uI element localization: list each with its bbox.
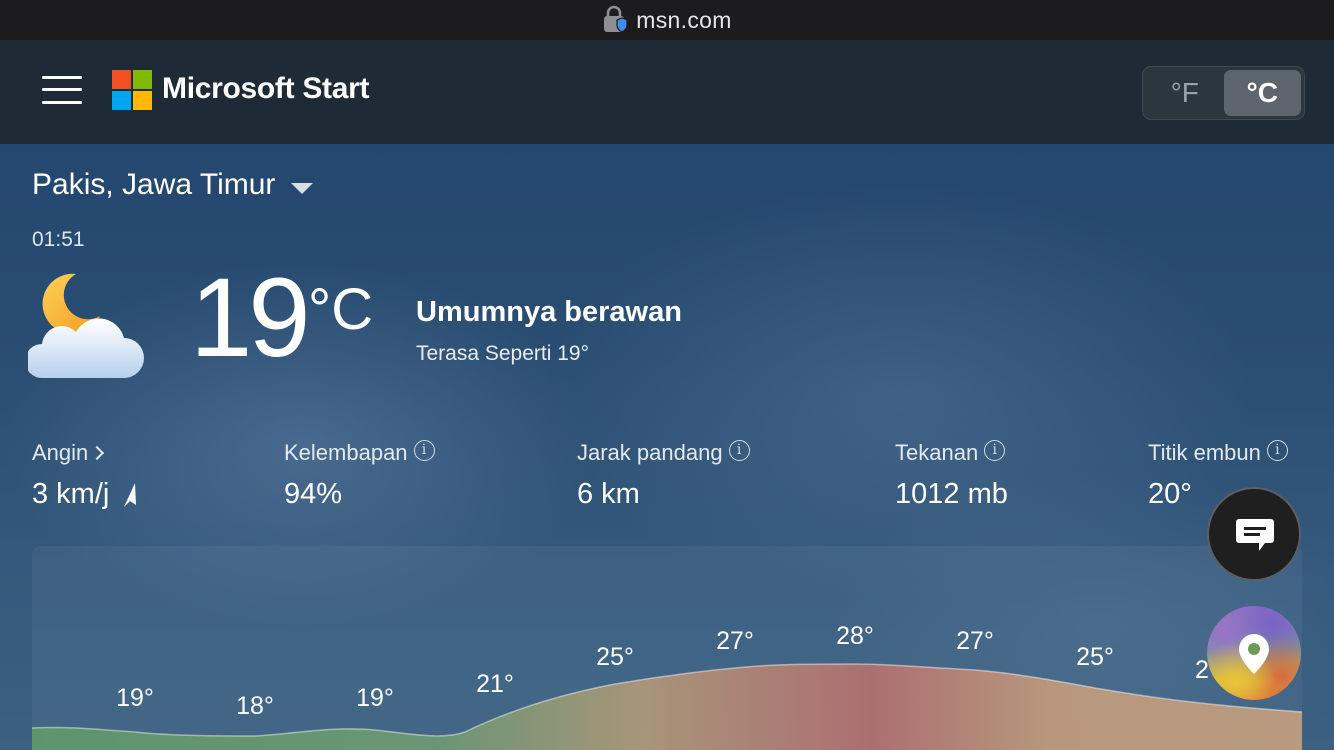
stat-wind[interactable]: Angin 3 km/j: [32, 440, 141, 511]
browser-url-bar[interactable]: msn.com: [0, 0, 1334, 40]
hourly-temp-label: 25°: [1076, 643, 1114, 671]
stat-label: Kelembapan: [284, 440, 408, 465]
partly-cloudy-night-icon: [25, 270, 148, 382]
hourly-temp-label: 18°: [236, 692, 274, 720]
url-text: msn.com: [636, 6, 732, 33]
observation-time: 01:51: [32, 228, 85, 251]
stat-humidity: Kelembapan i 94%: [284, 439, 435, 511]
weather-condition: Umumnya berawan: [416, 296, 682, 328]
menu-icon[interactable]: [42, 74, 82, 106]
hourly-temperature-chart[interactable]: 19° 18° 19° 21° 25° 27° 28° 27° 25° 2: [32, 546, 1302, 750]
stat-value: 3 km/j: [32, 478, 110, 510]
unit-toggle[interactable]: °F °C: [1142, 66, 1305, 120]
weather-map-button[interactable]: [1207, 606, 1301, 700]
stat-visibility: Jarak pandang i 6 km: [577, 439, 750, 511]
location-name: Pakis, Jawa Timur: [32, 168, 276, 201]
microsoft-logo-icon[interactable]: [112, 70, 152, 110]
hourly-temp-label: 19°: [356, 684, 394, 712]
brand-name[interactable]: Microsoft Start: [162, 72, 369, 106]
hourly-temp-label: 28°: [836, 622, 874, 650]
location-selector[interactable]: Pakis, Jawa Timur: [32, 168, 314, 202]
chat-icon: [1236, 519, 1274, 551]
info-icon[interactable]: i: [1266, 439, 1288, 461]
stat-value: 6 km: [577, 478, 640, 510]
info-icon[interactable]: i: [413, 439, 435, 461]
feedback-button[interactable]: [1207, 487, 1301, 581]
info-icon[interactable]: i: [728, 439, 750, 461]
lock-shield-icon: [602, 5, 628, 35]
hourly-temp-label: 19°: [116, 684, 154, 712]
stat-value: 94%: [284, 478, 343, 510]
chevron-down-icon: [291, 182, 314, 194]
stat-label: Tekanan: [895, 440, 979, 465]
wind-direction-icon: [124, 482, 137, 507]
hourly-temp-label: 25°: [596, 643, 634, 671]
app-header: Microsoft Start °F °C: [0, 40, 1334, 144]
current-temperature: 19: [190, 255, 311, 380]
celsius-button[interactable]: °C: [1223, 70, 1301, 116]
feels-like: Terasa Seperti 19°: [416, 342, 589, 365]
temperature-unit: °C: [308, 277, 374, 342]
chevron-right-icon: [90, 445, 105, 461]
stat-label: Titik embun: [1148, 440, 1261, 465]
stat-label: Jarak pandang: [577, 440, 723, 465]
fahrenheit-button[interactable]: °F: [1146, 70, 1224, 116]
map-pin-icon: [1239, 634, 1269, 674]
hourly-temp-label: 27°: [956, 627, 994, 655]
stat-label: Angin: [32, 440, 89, 465]
hourly-temp-label: 21°: [476, 670, 514, 698]
stat-value: 1012 mb: [895, 478, 1008, 510]
info-icon[interactable]: i: [984, 439, 1006, 461]
hourly-temp-label: 27°: [716, 627, 754, 655]
stat-pressure: Tekanan i 1012 mb: [895, 439, 1008, 511]
